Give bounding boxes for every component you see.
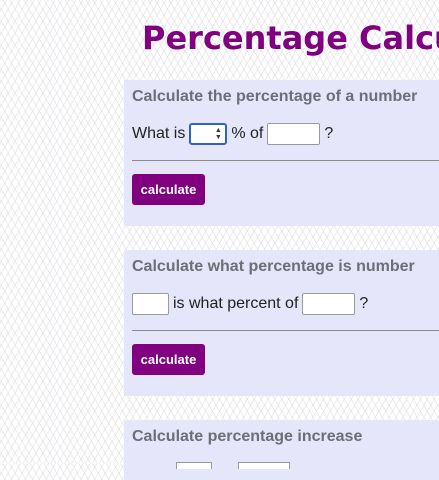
calculate-button[interactable]: calculate: [132, 344, 205, 375]
card-heading: Calculate what percentage is number: [132, 258, 415, 275]
percentage-of-number-card: Calculate the percentage of a number Wha…: [124, 80, 439, 226]
from-value-input[interactable]: [176, 462, 212, 469]
percentage-increase-card: Calculate percentage increase: [124, 420, 439, 480]
up-down-arrows-icon[interactable]: ▲ ▼: [214, 127, 222, 141]
calc-row: What is ▲ ▼ % of ?: [132, 122, 337, 146]
what-is-label: What is: [132, 125, 186, 142]
calculate-button[interactable]: calculate: [132, 174, 205, 205]
calc-row: is what percent of ?: [132, 292, 372, 316]
page-title: Percentage Calcu: [142, 19, 439, 57]
card-heading: Calculate percentage increase: [132, 428, 363, 445]
question-mark: ?: [324, 125, 334, 142]
is-what-percent-of-label: is what percent of: [173, 295, 299, 312]
card-heading: Calculate the percentage of a number: [132, 88, 418, 105]
part-number-input[interactable]: [132, 293, 169, 315]
whole-number-input[interactable]: [302, 293, 356, 315]
percent-spinner[interactable]: ▲ ▼: [189, 123, 228, 145]
divider: [132, 160, 439, 161]
number-input[interactable]: [267, 123, 321, 145]
what-percentage-card: Calculate what percentage is number is w…: [124, 250, 439, 396]
divider: [132, 330, 439, 331]
to-value-input[interactable]: [238, 462, 290, 469]
question-mark: ?: [359, 295, 369, 312]
percent-of-label: % of: [231, 125, 264, 142]
